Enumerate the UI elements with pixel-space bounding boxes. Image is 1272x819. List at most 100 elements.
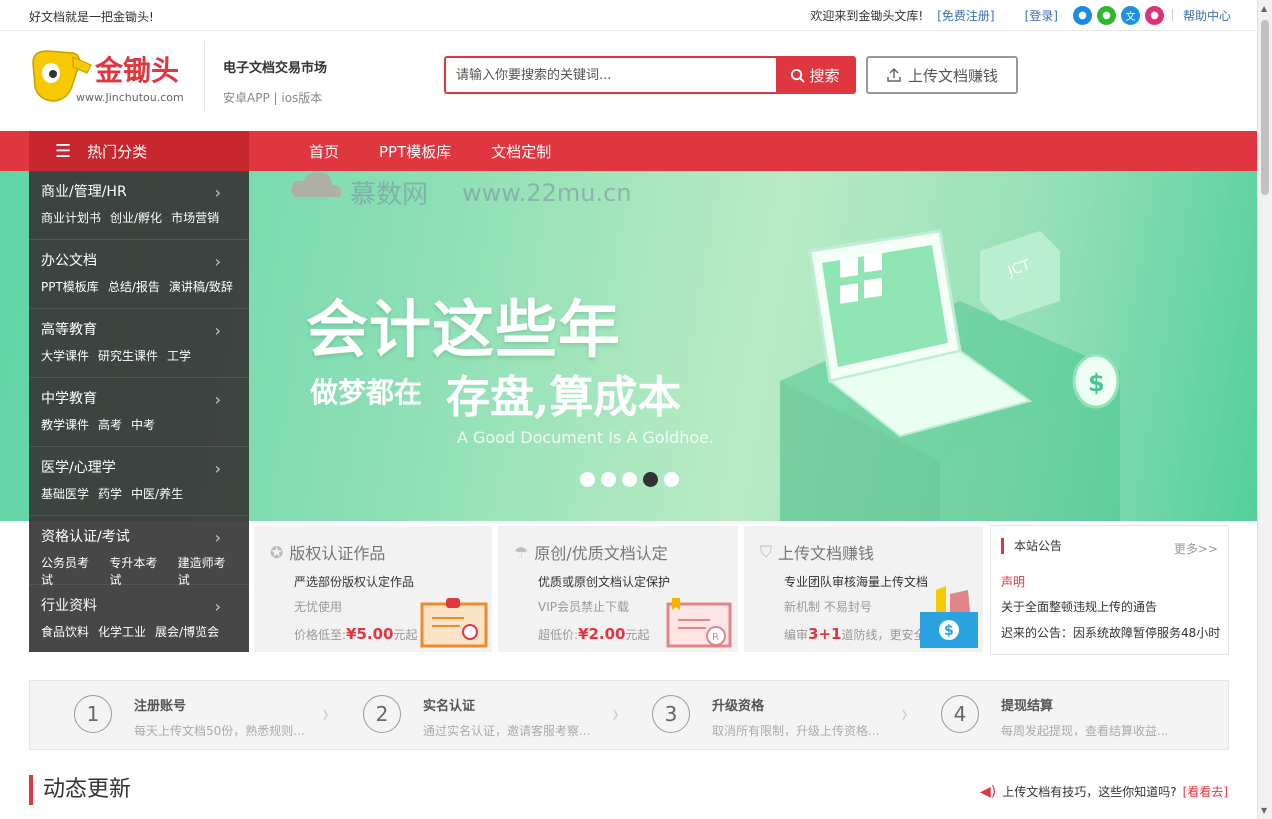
category-sub-link[interactable]: 药学 bbox=[98, 485, 122, 502]
svg-text:$: $ bbox=[1088, 369, 1105, 397]
menu-icon: ☰ bbox=[55, 140, 72, 162]
step-upgrade[interactable]: 3 升级资格 取消所有限制，升级上传资格... bbox=[652, 681, 912, 749]
category-item[interactable]: 行业资料 › 食品饮料 化学工业 展会/博览会 bbox=[29, 585, 249, 654]
logo[interactable]: 金锄头 www.Jinchutou.com bbox=[29, 43, 189, 107]
tip-link[interactable]: [看看去] bbox=[1183, 783, 1228, 800]
scrollbar[interactable]: ▲ ▼ bbox=[1257, 0, 1272, 819]
category-sub-link[interactable]: 专升本考试 bbox=[109, 554, 168, 588]
notice-item[interactable]: 迟来的公告：因系统故障暂停服务48小时 bbox=[1001, 624, 1223, 641]
steps-bar: 1 注册账号 每天上传文档50份，熟悉规则... › 2 实名认证 通过实名认证… bbox=[29, 680, 1229, 750]
help-link[interactable]: 帮助中心 bbox=[1183, 7, 1231, 24]
step-register[interactable]: 1 注册账号 每天上传文档50份，熟悉规则... bbox=[74, 681, 334, 749]
card-price-line: 超低价:¥2.00元起 bbox=[538, 625, 650, 643]
step-title: 升级资格 bbox=[712, 699, 765, 714]
banner-headline: 会计这些年 bbox=[306, 293, 622, 366]
scroll-up-icon[interactable]: ▲ bbox=[1261, 4, 1267, 13]
category-item[interactable]: 办公文档 › PPT模板库 总结/报告 演讲稿/致辞 bbox=[29, 240, 249, 309]
category-sub-link[interactable]: PPT模板库 bbox=[41, 278, 99, 295]
category-title: 医学/心理学 bbox=[41, 460, 116, 476]
shield-yen-icon: ⛉ bbox=[760, 542, 773, 561]
category-item[interactable]: 商业/管理/HR › 商业计划书 创业/孵化 市场营销 bbox=[29, 171, 249, 240]
nav-custom-docs[interactable]: 文档定制 bbox=[491, 141, 551, 162]
carousel-dots bbox=[580, 472, 679, 487]
scroll-down-icon[interactable]: ▼ bbox=[1261, 806, 1267, 815]
category-sub-link[interactable]: 展会/博览会 bbox=[155, 623, 219, 640]
wechat-icon[interactable]: ● bbox=[1096, 5, 1116, 25]
feature-card-copyright[interactable]: ✪ 版权认证作品 严选部份版权认定作品 无忧使用 价格低至:¥5.00元起 bbox=[254, 526, 492, 652]
chevron-right-icon: › bbox=[214, 528, 221, 547]
step-desc: 取消所有限制，升级上传资格... bbox=[712, 724, 880, 738]
hot-category-toggle[interactable]: ☰ 热门分类 bbox=[29, 131, 249, 171]
carousel-dot-2[interactable] bbox=[601, 472, 616, 487]
feature-card-upload[interactable]: ⛉ 上传文档赚钱 专业团队审核海量上传文档 新机制 不易封号 编审3+1道防线，… bbox=[744, 526, 983, 652]
site-notice: 本站公告 更多>> 声明 关于全面整顿违规上传的通告 迟来的公告：因系统故障暂停… bbox=[990, 525, 1229, 655]
search-button[interactable]: 搜索 bbox=[776, 58, 854, 92]
carousel-dot-1[interactable] bbox=[580, 472, 595, 487]
card-title: 版权认证作品 bbox=[289, 544, 386, 563]
qq-icon[interactable]: ● bbox=[1144, 5, 1164, 25]
category-sub-link[interactable]: 基础医学 bbox=[41, 485, 89, 502]
category-sub-link[interactable]: 中医/养生 bbox=[131, 485, 183, 502]
category-sub-link[interactable]: 市场营销 bbox=[171, 209, 219, 226]
notice-item[interactable]: 声明 bbox=[1001, 573, 1025, 590]
nav-home[interactable]: 首页 bbox=[309, 141, 339, 162]
carousel-dot-5[interactable] bbox=[664, 472, 679, 487]
category-sub-link[interactable]: 中考 bbox=[131, 416, 155, 433]
category-sub-link[interactable]: 建造师考试 bbox=[178, 554, 237, 588]
notice-more-link[interactable]: 更多>> bbox=[1174, 540, 1218, 557]
category-title: 高等教育 bbox=[41, 322, 97, 338]
search-button-label: 搜索 bbox=[809, 67, 840, 85]
search-input[interactable] bbox=[446, 58, 776, 92]
scrollbar-thumb[interactable] bbox=[1261, 20, 1269, 195]
step-verify[interactable]: 2 实名认证 通过实名认证，邀请客服考察... bbox=[363, 681, 623, 749]
category-sub-link[interactable]: 教学课件 bbox=[41, 416, 89, 433]
notice-title: 本站公告 bbox=[1001, 538, 1062, 554]
category-sub-link[interactable]: 演讲稿/致辞 bbox=[169, 278, 233, 295]
category-item[interactable]: 资格认证/考试 › 公务员考试 专升本考试 建造师考试 bbox=[29, 516, 249, 588]
category-sub-link[interactable]: 创业/孵化 bbox=[110, 209, 162, 226]
category-sub-link[interactable]: 食品饮料 bbox=[41, 623, 89, 640]
category-sub-link[interactable]: 公务员考试 bbox=[41, 554, 100, 588]
category-title: 资格认证/考试 bbox=[41, 529, 130, 545]
category-sub-link[interactable]: 大学课件 bbox=[41, 347, 89, 364]
card-line1: 优质或原创文档认定保护 bbox=[538, 575, 671, 589]
step-desc: 通过实名认证，邀请客服考察... bbox=[423, 724, 591, 738]
certificate-icon bbox=[420, 598, 488, 648]
category-sub-link[interactable]: 研究生课件 bbox=[98, 347, 158, 364]
category-sub-link[interactable]: 商业计划书 bbox=[41, 209, 101, 226]
top-bar: 好文档就是一把金锄头! 欢迎来到金锄头文库! [免费注册] [登录] ● ● 文… bbox=[0, 0, 1257, 31]
card-line2: 无忧使用 bbox=[294, 600, 343, 614]
category-item[interactable]: 高等教育 › 大学课件 研究生课件 工学 bbox=[29, 309, 249, 378]
category-sub-link[interactable]: 工学 bbox=[167, 347, 191, 364]
svg-text:R: R bbox=[712, 632, 719, 643]
notice-item[interactable]: 关于全面整顿违规上传的通告 bbox=[1001, 598, 1157, 615]
feature-card-original[interactable]: ☂ 原创/优质文档认定 优质或原创文档认定保护 VIP会员禁止下载 超低价:¥2… bbox=[498, 526, 738, 652]
welcome-text: 欢迎来到金锄头文库! bbox=[810, 8, 924, 23]
speaker-icon: ◀) bbox=[980, 783, 997, 800]
search-icon bbox=[791, 68, 806, 83]
step-number: 3 bbox=[652, 695, 690, 733]
logo-url: www.Jinchutou.com bbox=[76, 91, 184, 104]
category-title: 中学教育 bbox=[41, 391, 97, 407]
step-number: 2 bbox=[363, 695, 401, 733]
category-sub-link[interactable]: 总结/报告 bbox=[108, 278, 160, 295]
baidu-wen-icon[interactable]: 文 bbox=[1120, 5, 1140, 25]
app-links[interactable]: 安卓APP | ios版本 bbox=[223, 89, 322, 106]
carousel-dot-4[interactable] bbox=[643, 472, 658, 487]
step-withdraw[interactable]: 4 提现结算 每周发起提现，查看结算收益... bbox=[941, 681, 1201, 749]
category-item[interactable]: 中学教育 › 教学课件 高考 中考 bbox=[29, 378, 249, 447]
nav-ppt-templates[interactable]: PPT模板库 bbox=[379, 141, 451, 162]
upload-button[interactable]: 上传文档赚钱 bbox=[866, 56, 1018, 94]
upload-button-label: 上传文档赚钱 bbox=[907, 66, 998, 85]
register-link[interactable]: [免费注册] bbox=[937, 7, 994, 24]
card-line1: 严选部份版权认定作品 bbox=[294, 575, 415, 589]
category-item[interactable]: 医学/心理学 › 基础医学 药学 中医/养生 bbox=[29, 447, 249, 516]
category-sub-link[interactable]: 化学工业 bbox=[98, 623, 146, 640]
category-sub-link[interactable]: 高考 bbox=[98, 416, 122, 433]
weibo-icon[interactable]: ● bbox=[1072, 5, 1092, 25]
carousel-dot-3[interactable] bbox=[622, 472, 637, 487]
login-link[interactable]: [登录] bbox=[1025, 7, 1058, 24]
slogan: 好文档就是一把金锄头! bbox=[29, 10, 154, 24]
banner-subtitle-b: 存盘,算成本 bbox=[446, 372, 682, 423]
tip-text: 上传文档有技巧，这些你知道吗? bbox=[1002, 785, 1177, 799]
